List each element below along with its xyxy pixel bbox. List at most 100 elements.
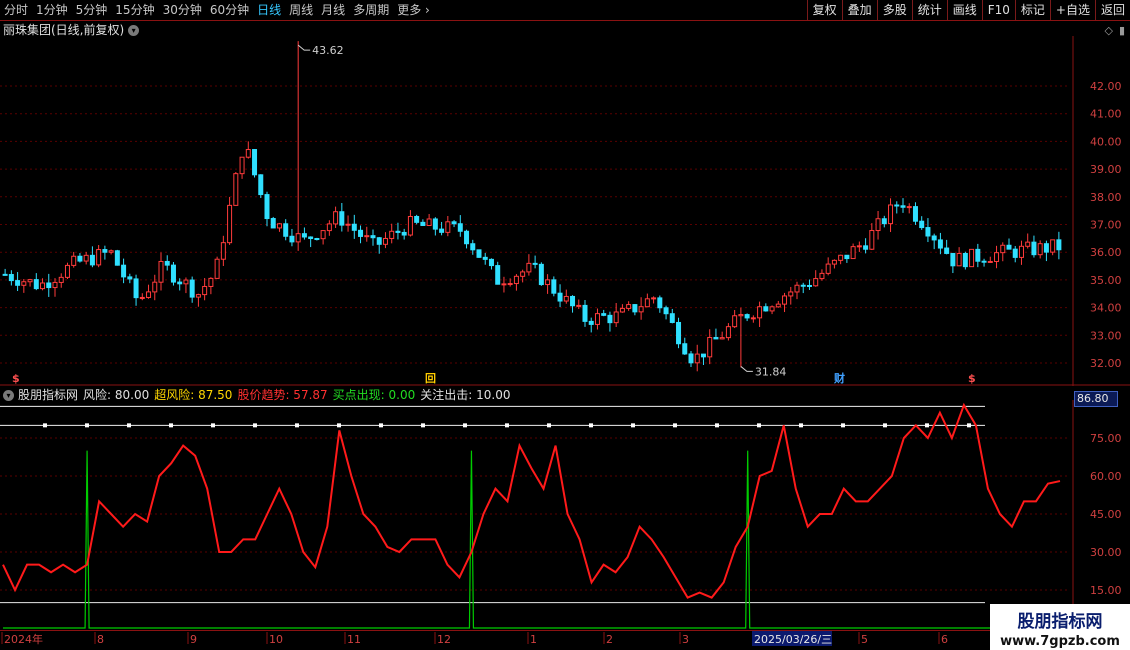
indicator-chart[interactable]: 75.00 60.00 45.00 30.00 15.00 — [0, 400, 1130, 630]
candle-body — [831, 259, 837, 265]
candle-body — [1012, 248, 1018, 258]
candle-body — [214, 258, 220, 279]
toolbar-button-2[interactable]: 多股 — [876, 0, 912, 20]
toolbar-button-3[interactable]: 统计 — [911, 0, 947, 20]
candle-body — [570, 295, 576, 307]
risk-dot — [883, 423, 887, 428]
panel-toggle-icon[interactable]: ▮ — [1119, 24, 1125, 37]
candle-body — [638, 306, 644, 313]
price-tick-label: 35.00 — [1090, 274, 1122, 287]
candle-body — [994, 252, 1000, 262]
price-tick-label: 37.00 — [1090, 219, 1122, 232]
candle-body — [788, 291, 794, 297]
candle-body — [551, 279, 557, 294]
candle-body — [158, 260, 164, 283]
candle-body — [856, 245, 862, 248]
current-value-badge: 86.80 — [1074, 391, 1118, 407]
risk-dot — [547, 423, 551, 428]
candle-body — [370, 235, 376, 239]
candle-body — [258, 174, 264, 196]
candle-body — [663, 307, 669, 315]
date-label: 9 — [190, 633, 197, 646]
candle-body — [89, 254, 95, 266]
risk-dot — [799, 423, 803, 428]
candle-body — [906, 206, 912, 209]
candle-body — [202, 285, 208, 296]
candle-body — [1056, 239, 1062, 251]
candle-body — [682, 343, 688, 355]
candle-body — [651, 297, 657, 300]
toolbar-button-4[interactable]: 画线 — [946, 0, 982, 20]
risk-dot — [757, 423, 761, 428]
candle-body — [676, 321, 682, 345]
period-tab-8[interactable]: 月线 — [317, 0, 349, 20]
candle-body — [195, 294, 201, 298]
candle-body — [133, 278, 139, 299]
date-axis: 2024年 8 9 10 11 12 1 2 3 5 62025/03/26/三 — [0, 630, 1130, 646]
event-marker[interactable]: $ — [968, 372, 976, 385]
more-periods-button[interactable]: 更多 › — [393, 0, 434, 20]
date-label: 2 — [606, 633, 613, 646]
toolbar-button-0[interactable]: 复权 — [806, 0, 842, 20]
chevron-down-icon[interactable]: ▾ — [128, 24, 140, 36]
toolbar-button-6[interactable]: 标记 — [1014, 0, 1050, 20]
candlestick-chart[interactable]: 42.00 41.00 40.00 39.00 38.00 37.00 36.00 35.00… — [0, 36, 1130, 386]
candle-body — [40, 282, 46, 290]
period-tab-0[interactable]: 分时 — [0, 0, 32, 20]
candle-body — [301, 233, 307, 238]
indicator-tick-label: 45.00 — [1090, 508, 1122, 521]
candle-body — [501, 283, 507, 286]
price-trend-line — [2, 402, 1061, 599]
date-label: 3 — [682, 633, 689, 646]
candle-body — [495, 265, 501, 285]
candle-body — [875, 218, 881, 232]
candle-body — [1043, 243, 1049, 253]
event-marker[interactable]: 回 — [425, 371, 436, 385]
candle-body — [139, 296, 145, 299]
risk-dot — [211, 423, 215, 428]
candle-body — [77, 255, 83, 262]
date-label: 10 — [269, 633, 283, 646]
period-tab-3[interactable]: 15分钟 — [111, 0, 158, 20]
candle-body — [233, 173, 239, 206]
candle-body — [351, 223, 357, 231]
period-tabs: 分时 1分钟 5分钟 15分钟 30分钟 60分钟 日线 周线 月线 多周期 更多 › — [0, 0, 434, 20]
candle-body — [719, 337, 725, 340]
toolbar-button-5[interactable]: F10 — [981, 0, 1015, 20]
candle-body — [813, 278, 819, 287]
candle-body — [819, 272, 825, 280]
period-tab-2[interactable]: 5分钟 — [72, 0, 112, 20]
candle-body — [582, 304, 588, 322]
period-tab-1[interactable]: 1分钟 — [32, 0, 72, 20]
toolbar-button-7[interactable]: +自选 — [1049, 0, 1095, 20]
event-marker[interactable]: $ — [12, 372, 20, 385]
period-tab-4[interactable]: 30分钟 — [159, 0, 206, 20]
diamond-icon[interactable]: ◇ — [1104, 24, 1112, 37]
period-tab-6[interactable]: 日线 — [253, 0, 285, 20]
candle-body — [407, 215, 413, 236]
candle-body — [15, 280, 21, 286]
candle-body — [725, 326, 731, 339]
candle-body — [757, 306, 763, 319]
candle-body — [152, 281, 158, 293]
period-tab-9[interactable]: 多周期 — [349, 0, 393, 20]
candle-body — [414, 215, 420, 223]
risk-dot — [463, 423, 467, 428]
candle-body — [513, 275, 519, 285]
toolbar-button-1[interactable]: 叠加 — [841, 0, 877, 20]
toolbar-button-8[interactable]: 返回 — [1094, 0, 1130, 20]
chevron-down-icon[interactable]: ▾ — [3, 389, 14, 401]
period-tab-7[interactable]: 周线 — [285, 0, 317, 20]
candle-body — [969, 248, 975, 268]
candle-body — [794, 284, 800, 293]
period-tab-5[interactable]: 60分钟 — [206, 0, 253, 20]
candle-body — [464, 230, 470, 245]
candle-body — [912, 206, 918, 222]
indicator-tick-label: 60.00 — [1090, 470, 1122, 483]
candle-body — [1025, 241, 1031, 247]
candle-body — [1037, 243, 1043, 256]
event-marker[interactable]: 财 — [833, 371, 845, 385]
candle-body — [557, 292, 563, 302]
candle-body — [800, 284, 806, 287]
candle-body — [114, 250, 120, 266]
